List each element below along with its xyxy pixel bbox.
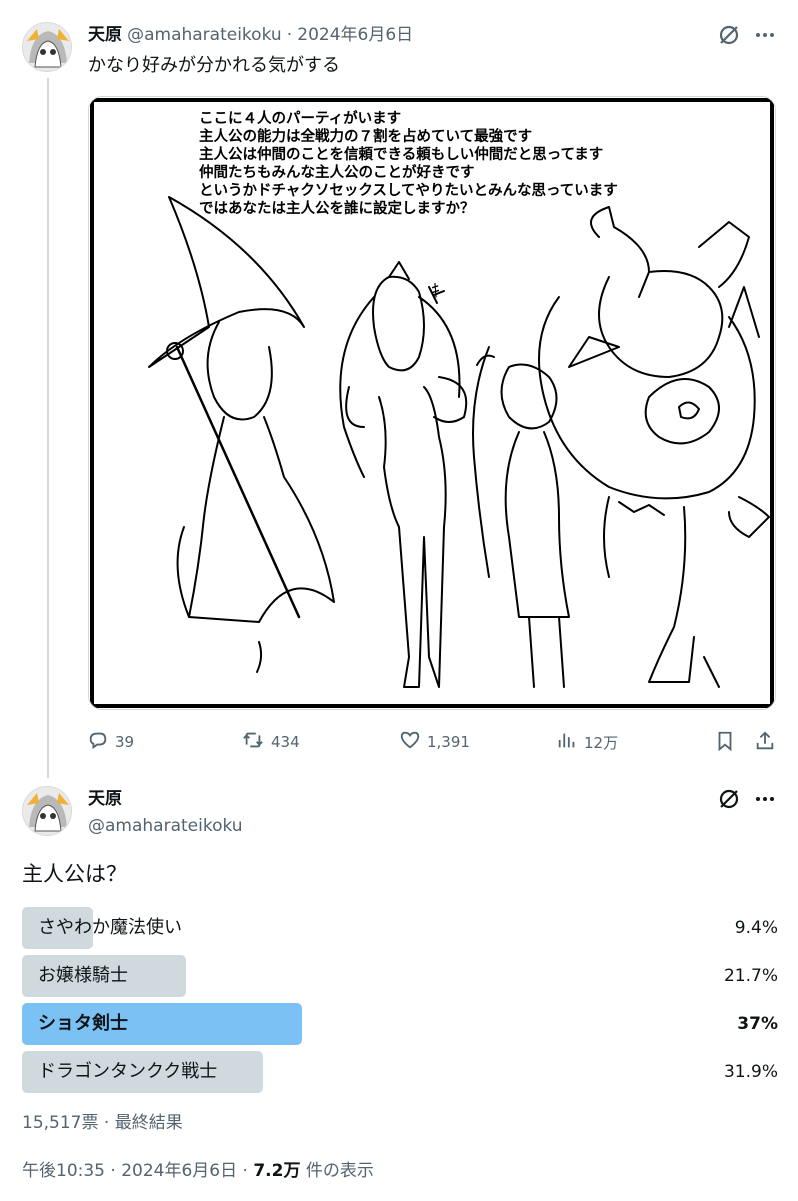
poll-option-label: お嬢様騎士: [38, 965, 128, 986]
views-button[interactable]: 12万: [556, 729, 618, 755]
caption-line: というかドチャクソセックスしてやりたいとみんな思っています: [199, 182, 618, 199]
more-icon[interactable]: [751, 785, 779, 813]
poll-votes: 15,517票: [22, 1113, 99, 1133]
poll-option-percent: 37%: [737, 1014, 778, 1034]
post-date[interactable]: 2024年6月6日: [121, 1161, 237, 1181]
handle[interactable]: @amaharateikoku: [88, 813, 243, 839]
separator: ·: [103, 1113, 110, 1133]
post-time[interactable]: 午後10:35: [22, 1161, 105, 1181]
grok-icon[interactable]: [715, 785, 743, 813]
poll-option-label: さやわか魔法使い: [38, 917, 182, 938]
caption-line: 主人公は仲間のことを信頼できる頼もしい仲間だと思ってます: [199, 145, 603, 163]
separator: ·: [110, 1161, 116, 1181]
caption-line: 仲間たちもみんな主人公のことが好きです: [199, 163, 475, 181]
views-label: 件の表示: [305, 1161, 374, 1181]
like-button[interactable]: 1,391: [399, 729, 470, 755]
poll-option-label: ショタ剣士: [38, 1013, 128, 1034]
post-image[interactable]: ここに４人のパーティがいます 主人公の能力は全戦力の７割を占めていて最強です 主…: [88, 96, 776, 710]
post-text: かなり好みが分かれる気がする: [88, 55, 340, 76]
handle[interactable]: @amaharateikoku: [127, 25, 282, 45]
poll-option[interactable]: お嬢様騎士 21.7%: [22, 955, 778, 997]
sfx-text: ｷ: [431, 281, 440, 302]
poll-status: 最終結果: [114, 1113, 183, 1133]
poll-option[interactable]: ドラゴンタンクク戦士 31.9%: [22, 1051, 778, 1093]
display-name[interactable]: 天原: [88, 786, 122, 812]
poll-option-percent: 21.7%: [723, 966, 778, 986]
repost-count: 434: [271, 733, 300, 751]
grok-icon[interactable]: [715, 21, 743, 49]
share-icon[interactable]: [751, 727, 779, 755]
repost-button[interactable]: 434: [241, 729, 300, 755]
thread-connector: [47, 78, 49, 778]
avatar[interactable]: [22, 786, 72, 836]
like-count: 1,391: [427, 733, 470, 751]
separator: ·: [242, 1161, 248, 1181]
reply-button[interactable]: 39: [87, 729, 134, 755]
views-count: 7.2万: [253, 1161, 301, 1181]
poll-option-percent: 31.9%: [723, 1062, 778, 1082]
poll-option-percent: 9.4%: [734, 918, 778, 938]
caption-line: ではあなたは主人公を誰に設定しますか？: [199, 199, 475, 217]
views-icon: [556, 729, 578, 755]
bookmark-icon[interactable]: [711, 727, 739, 755]
separator: ·: [286, 25, 293, 45]
caption-line: ここに４人のパーティがいます: [199, 109, 401, 127]
avatar[interactable]: [22, 22, 72, 72]
caption-line: 主人公の能力は全戦力の７割を占めていて最強です: [199, 127, 532, 145]
more-icon[interactable]: [751, 21, 779, 49]
repost-icon: [241, 729, 265, 755]
display-name[interactable]: 天原: [88, 25, 122, 45]
reply-icon: [87, 729, 109, 755]
post-text: 主人公は？: [22, 862, 127, 886]
views-count: 12万: [584, 733, 619, 752]
like-icon: [399, 729, 421, 755]
post-date[interactable]: 2024年6月6日: [297, 25, 413, 45]
reply-count: 39: [115, 733, 135, 751]
poll-option-label: ドラゴンタンクク戦士: [38, 1061, 218, 1082]
poll-option[interactable]: さやわか魔法使い 9.4%: [22, 907, 778, 949]
poll-option[interactable]: ショタ剣士 37%: [22, 1003, 778, 1045]
